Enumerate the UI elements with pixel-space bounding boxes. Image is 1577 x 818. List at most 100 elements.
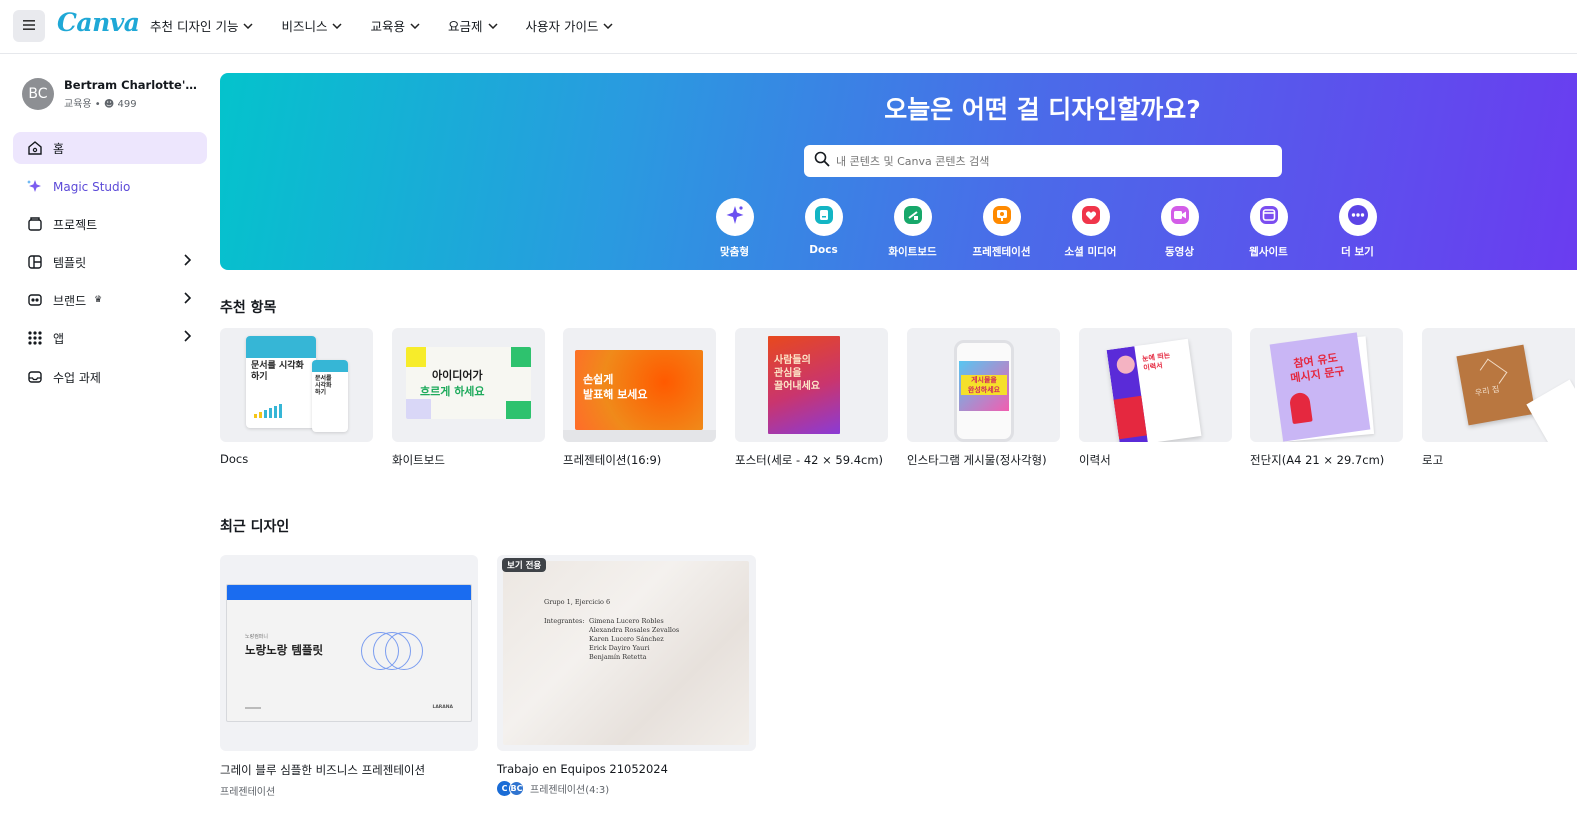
search-bar[interactable] [804,145,1282,177]
recommended-thumbnail: 손쉽게 발표해 보세요 [563,328,716,442]
recommended-card-poster[interactable]: 사람들의 관심을 끌어내세요 포스터(세로 - 42 × 59.4cm) [735,328,888,468]
category-docs[interactable]: Docs [779,198,868,259]
chevron-right-icon [184,254,192,269]
hamburger-icon [23,19,35,34]
design-meta: C BC 프레젠테이션(4:3) [497,781,756,796]
design-title: Trabajo en Equipos 21052024 [497,762,668,776]
sparkle-icon [724,204,746,230]
recent-designs-heading: 최근 디자인 [220,519,290,535]
recommended-label: 인스타그램 게시물(정사각형) [907,453,1047,467]
folder-icon [26,215,44,233]
chevron-down-icon [243,22,253,29]
more-icon [1347,204,1369,230]
recommended-card-flyer[interactable]: 참여 유도 메시지 문구 전단지(A4 21 × 29.7cm) [1250,328,1403,468]
sidebar-item-label: 프로젝트 [53,217,98,232]
sidebar-item-label: 홈 [53,141,65,156]
nav-business[interactable]: 비즈니스 [281,16,342,35]
category-website[interactable]: 웹사이트 [1224,198,1313,259]
account-meta: 교육용 • ☻ 499 [64,99,137,110]
recommended-thumbnail: 참여 유도 메시지 문구 [1250,328,1403,442]
category-social-media[interactable]: 소셜 미디어 [1046,198,1135,259]
recommended-label: Docs [220,452,249,466]
recommended-thumbnail: 문서를 시각화하기 문서를 시각화 하기 [220,328,373,442]
recommended-label: 프레젠테이션(16:9) [563,453,662,467]
top-bar: Canva 추천 디자인 기능 비즈니스 교육용 요금제 사용자 가이드 [0,0,1577,54]
sidebar-item-brand[interactable]: 브랜드 ♛ [13,284,207,316]
recommended-thumbnail: 게시물을 완성하세요 [907,328,1060,442]
sidebar: BC Bertram Charlotte's Cl... 교육용 • ☻ 499… [0,55,220,818]
search-input[interactable] [836,154,1256,168]
chevron-down-icon [603,22,614,29]
design-type: 프레젠테이션 [220,787,276,798]
heart-icon [1080,204,1102,230]
recommended-card-instagram[interactable]: 게시물을 완성하세요 인스타그램 게시물(정사각형) [907,328,1060,468]
recommended-card-resume[interactable]: 눈에 띄는 이력서 이력서 [1079,328,1232,468]
recommended-thumbnail: 아이디어가 흐르게 하세요 [392,328,545,442]
hero-title: 오늘은 어떤 걸 디자인할까요? [884,95,1201,124]
crown-icon: ♛ [94,295,103,305]
sidebar-item-label: 템플릿 [53,255,87,270]
avatar: BC [509,781,524,796]
account-switcher[interactable]: BC Bertram Charlotte's Cl... 교육용 • ☻ 499 [22,78,198,110]
sidebar-item-label: 수업 과제 [53,370,101,385]
chevron-right-icon [184,292,192,307]
website-icon [1258,204,1280,230]
view-only-badge: 보기 전용 [502,558,547,572]
inbox-icon [26,368,44,386]
category-custom[interactable]: 맞춤형 [690,198,779,279]
recommended-card-logo[interactable]: 우리 집 로고 [1422,328,1577,468]
recommended-thumbnail: 우리 집 [1422,328,1575,442]
design-type-shortcuts: 맞춤형 Docs 화이트보드 프레젠테이션 소셜 미디어 동영상 웹사이트 더 [690,198,1402,279]
apps-grid-icon [26,329,44,347]
recommended-heading: 추천 항목 [220,300,277,316]
presentation-icon [991,204,1013,230]
recommended-card-whiteboard[interactable]: 아이디어가 흐르게 하세요 화이트보드 [392,328,545,468]
sidebar-item-magic-studio[interactable]: Magic Studio [13,171,207,203]
recommended-label: 로고 [1422,453,1444,467]
recent-design-card[interactable]: 노랑컴퍼니 노랑노랑 템플릿 LARANA 그레이 블루 심플한 비즈니스 프레… [220,555,478,798]
hero-banner: 오늘은 어떤 걸 디자인할까요? 맞춤형 Docs 화이트보드 프레젠테이션 소… [220,73,1577,279]
chevron-down-icon [487,22,498,29]
chevron-right-icon [184,330,192,345]
home-icon [26,139,44,157]
recommended-label: 포스터(세로 - 42 × 59.4cm) [735,453,884,467]
category-video[interactable]: 동영상 [1135,198,1224,259]
category-whiteboard[interactable]: 화이트보드 [868,198,957,259]
sidebar-item-templates[interactable]: 템플릿 [13,246,207,278]
recommended-card-presentation[interactable]: 손쉽게 발표해 보세요 프레젠테이션(16:9) [563,328,716,468]
docs-icon [813,204,835,230]
brand-icon [26,291,44,309]
account-name: Bertram Charlotte's Cl... [64,78,198,92]
nav-featured[interactable]: 추천 디자인 기능 [150,16,253,35]
design-thumbnail: 노랑컴퍼니 노랑노랑 템플릿 LARANA [220,555,478,751]
sidebar-item-label: 앱 [53,331,65,346]
chevron-down-icon [332,22,342,29]
nav-education[interactable]: 교육용 [370,16,420,35]
menu-button[interactable] [13,10,45,42]
sidebar-item-assignments[interactable]: 수업 과제 [13,361,207,393]
whiteboard-icon [902,204,924,230]
design-thumbnail: Grupo 1, Ejercicio 6 Integrantes: Gimena… [497,555,756,751]
recommended-label: 화이트보드 [392,453,445,467]
category-presentation[interactable]: 프레젠테이션 [957,198,1046,259]
category-more[interactable]: 더 보기 [1313,198,1402,259]
video-icon [1169,204,1191,230]
recent-design-card[interactable]: Grupo 1, Ejercicio 6 Integrantes: Gimena… [497,555,756,796]
avatar: BC [22,78,54,110]
sidebar-item-projects[interactable]: 프로젝트 [13,208,207,240]
recommended-label: 전단지(A4 21 × 29.7cm) [1250,453,1385,467]
sidebar-item-home[interactable]: 홈 [13,132,207,164]
design-title: 그레이 블루 심플한 비즈니스 프레젠테이션 [220,763,426,777]
top-nav: 추천 디자인 기능 비즈니스 교육용 요금제 사용자 가이드 [150,16,641,35]
sparkle-icon [26,178,44,196]
nav-user-guide[interactable]: 사용자 가이드 [526,16,614,35]
canva-logo[interactable]: Canva [57,8,140,37]
people-icon: ☻ [103,99,115,110]
sidebar-item-apps[interactable]: 앱 [13,322,207,354]
search-icon [814,151,830,171]
recommended-thumbnail: 사람들의 관심을 끌어내세요 [735,328,888,442]
nav-pricing[interactable]: 요금제 [448,16,498,35]
sidebar-item-label: 브랜드 [53,293,87,308]
sidebar-item-label: Magic Studio [53,180,131,194]
recommended-card-docs[interactable]: 문서를 시각화하기 문서를 시각화 하기 Docs [220,328,373,466]
